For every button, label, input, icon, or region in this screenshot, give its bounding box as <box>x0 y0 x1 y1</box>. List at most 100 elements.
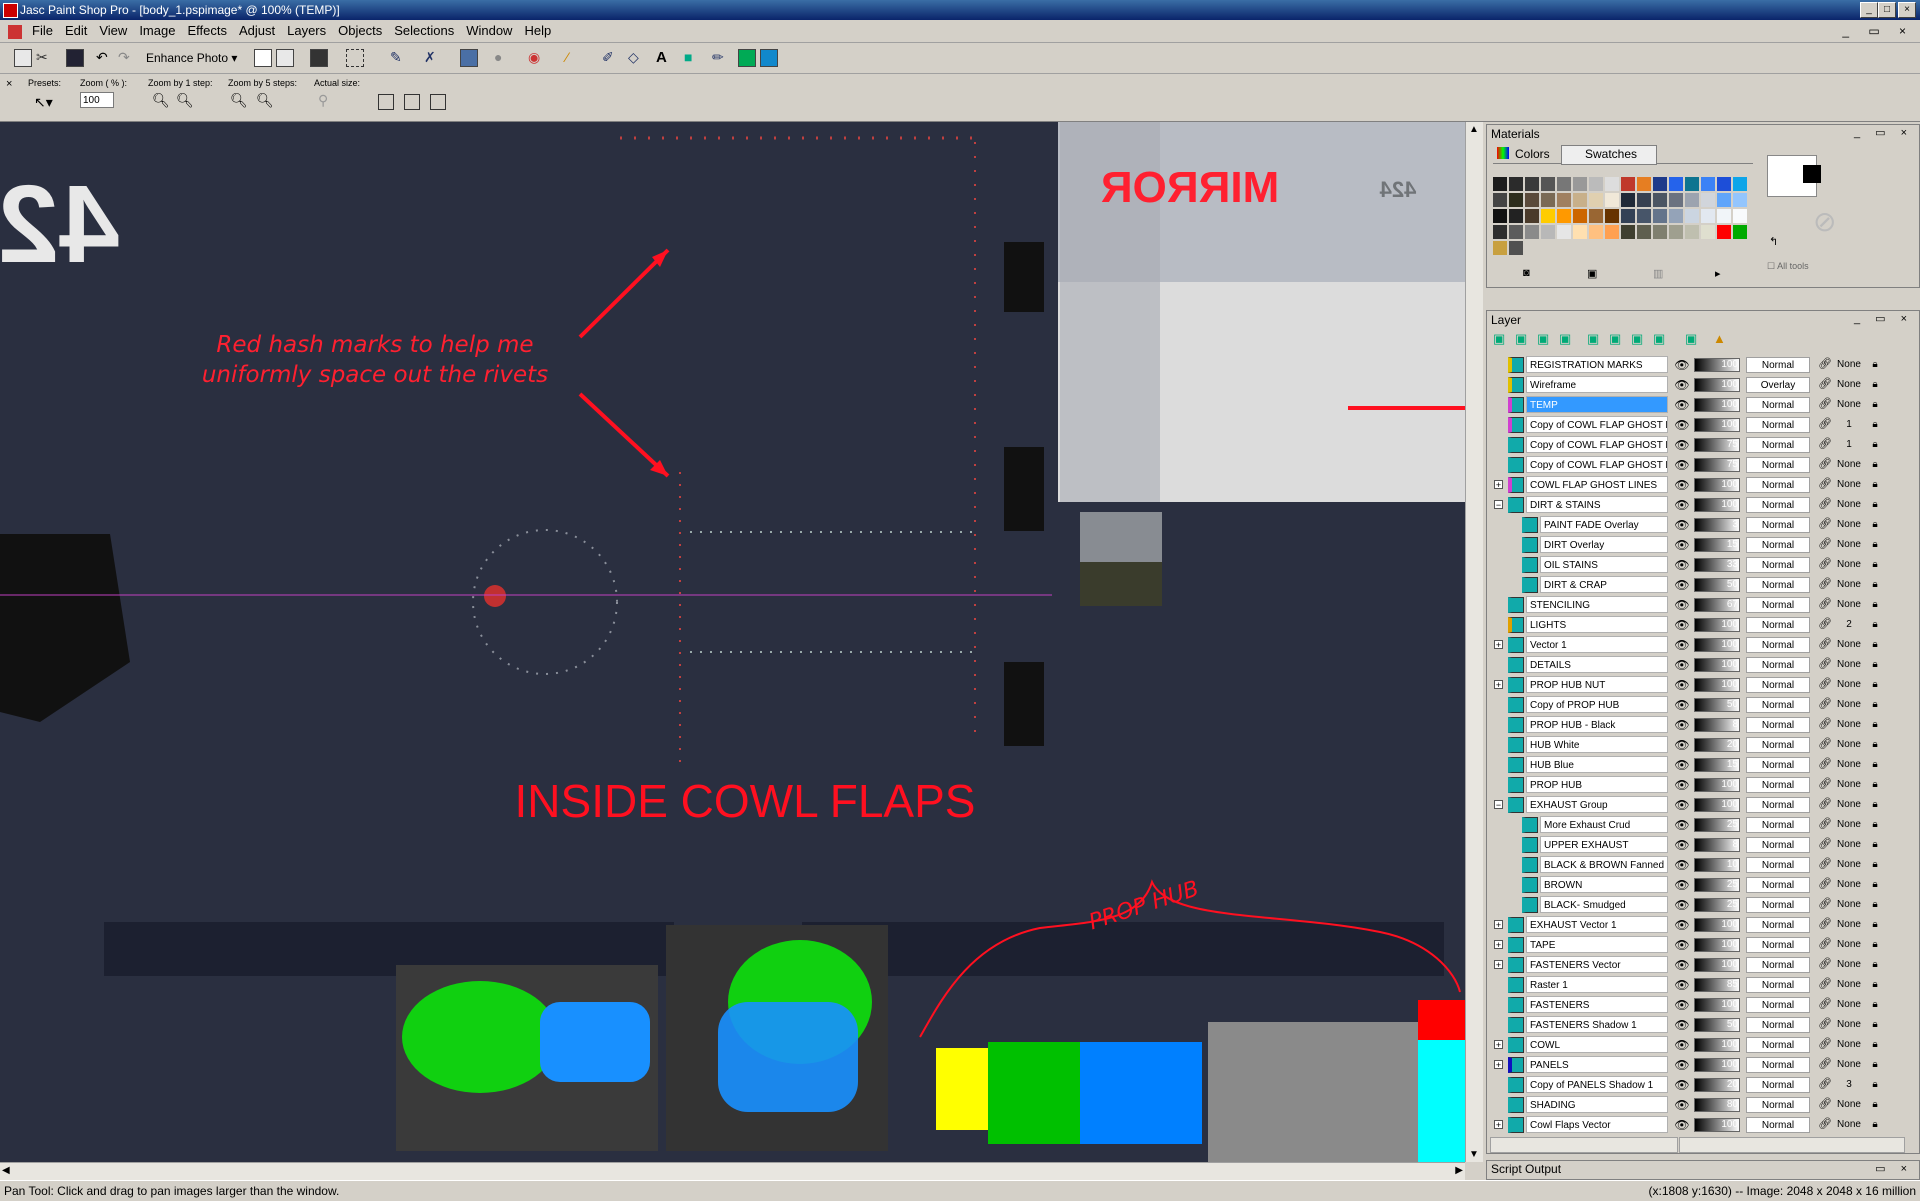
link-icon[interactable]: 🔗︎ <box>1818 897 1832 911</box>
layer-name[interactable]: DIRT & STAINS <box>1526 496 1668 513</box>
layer-name[interactable]: Copy of PROP HUB <box>1526 696 1668 713</box>
layer-group-link[interactable]: None <box>1836 737 1862 753</box>
layer-row[interactable]: FASTENERS Shadow 1 👁︎ 50 Normal 🔗︎ None 🔒︎ <box>1490 1015 1898 1035</box>
swatch[interactable] <box>1733 209 1747 223</box>
visibility-eye-icon[interactable]: 👁︎ <box>1674 1098 1690 1112</box>
expand-toggle[interactable]: + <box>1494 960 1503 970</box>
image-canvas[interactable]: 42 MIRROR 424 Red hash marks to help me … <box>0 122 1465 1162</box>
visibility-eye-icon[interactable]: 👁︎ <box>1674 538 1690 552</box>
swatch[interactable] <box>1589 177 1603 191</box>
layer-name[interactable]: PANELS <box>1526 1056 1668 1073</box>
link-icon[interactable]: 🔗︎ <box>1818 1117 1832 1131</box>
blend-mode-select[interactable]: Normal <box>1746 1017 1810 1033</box>
blend-mode-select[interactable]: Normal <box>1746 597 1810 613</box>
link-icon[interactable]: 🔗︎ <box>1818 697 1832 711</box>
link-icon[interactable]: 🔗︎ <box>1818 417 1832 431</box>
swatch[interactable] <box>1685 177 1699 191</box>
materials-window-buttons[interactable]: _ ▭ × <box>1854 126 1913 139</box>
merge-layer-icon[interactable]: ▣ <box>1631 331 1643 347</box>
minimize-button[interactable]: _ <box>1860 2 1878 18</box>
visibility-eye-icon[interactable]: 👁︎ <box>1674 798 1690 812</box>
menu-image[interactable]: Image <box>133 20 181 42</box>
layer-name-scrollbar[interactable] <box>1490 1137 1678 1153</box>
swatch[interactable] <box>1541 193 1555 207</box>
blend-mode-select[interactable]: Normal <box>1746 717 1810 733</box>
menu-window[interactable]: Window <box>460 20 518 42</box>
visibility-eye-icon[interactable]: 👁︎ <box>1674 918 1690 932</box>
layer-row[interactable]: Raster 1 👁︎ 85 Normal 🔗︎ None 🔒︎ <box>1490 975 1898 995</box>
undo-icon[interactable]: ↶ <box>96 49 114 67</box>
layer-row[interactable]: − DIRT & STAINS 👁︎ 100 Normal 🔗︎ None 🔒︎ <box>1490 495 1898 515</box>
swatch[interactable] <box>1685 193 1699 207</box>
lock-icon[interactable]: 🔒︎ <box>1868 597 1882 613</box>
layer-row[interactable]: DIRT & CRAP 👁︎ 50 Normal 🔗︎ None 🔒︎ <box>1490 575 1898 595</box>
layer-name[interactable]: TAPE <box>1526 936 1668 953</box>
blend-mode-select[interactable]: Normal <box>1746 417 1810 433</box>
blend-mode-select[interactable]: Normal <box>1746 697 1810 713</box>
layer-group-link[interactable]: None <box>1836 937 1862 953</box>
link-icon[interactable]: 🔗︎ <box>1818 557 1832 571</box>
visibility-eye-icon[interactable]: 👁︎ <box>1674 1038 1690 1052</box>
layer-group-link[interactable]: None <box>1836 637 1862 653</box>
swatch[interactable] <box>1637 193 1651 207</box>
visibility-eye-icon[interactable]: 👁︎ <box>1674 1058 1690 1072</box>
blend-mode-select[interactable]: Normal <box>1746 437 1810 453</box>
layer-name[interactable]: Raster 1 <box>1526 976 1668 993</box>
swatch[interactable] <box>1493 241 1507 255</box>
lock-icon[interactable]: 🔒︎ <box>1868 1057 1882 1073</box>
layer-row[interactable]: + PROP HUB NUT 👁︎ 100 Normal 🔗︎ None 🔒︎ <box>1490 675 1898 695</box>
document-icon[interactable] <box>8 24 22 39</box>
fit-window-icon[interactable] <box>378 94 394 110</box>
lock-icon[interactable]: 🔒︎ <box>1868 1117 1882 1133</box>
blend-mode-select[interactable]: Normal <box>1746 477 1810 493</box>
layer-group-link[interactable]: None <box>1836 1057 1862 1073</box>
swatch[interactable] <box>1589 193 1603 207</box>
link-icon[interactable]: 🔗︎ <box>1818 877 1832 891</box>
swatch[interactable] <box>1669 193 1683 207</box>
pen-tool-icon[interactable]: ✎ <box>390 49 408 67</box>
visibility-eye-icon[interactable]: 👁︎ <box>1674 838 1690 852</box>
expand-toggle[interactable]: + <box>1494 480 1503 490</box>
menu-edit[interactable]: Edit <box>59 20 93 42</box>
visibility-eye-icon[interactable]: 👁︎ <box>1674 378 1690 392</box>
presets-pointer-icon[interactable]: ↖▾ <box>34 94 53 111</box>
layer-name[interactable]: PROP HUB <box>1526 776 1668 793</box>
link-icon[interactable]: 🔗︎ <box>1818 857 1832 871</box>
lock-icon[interactable]: 🔒︎ <box>1868 1097 1882 1113</box>
blend-mode-select[interactable]: Normal <box>1746 457 1810 473</box>
new-adjustment-icon[interactable]: ▣ <box>1559 331 1571 347</box>
link-icon[interactable]: 🔗︎ <box>1818 1017 1832 1031</box>
visibility-eye-icon[interactable]: 👁︎ <box>1674 818 1690 832</box>
blend-mode-select[interactable]: Normal <box>1746 817 1810 833</box>
visibility-eye-icon[interactable]: 👁︎ <box>1674 858 1690 872</box>
blend-mode-select[interactable]: Normal <box>1746 637 1810 653</box>
close-button[interactable]: × <box>1898 2 1916 18</box>
duplicate-layer-icon[interactable]: ▣ <box>1587 331 1599 347</box>
visibility-eye-icon[interactable]: 👁︎ <box>1674 1018 1690 1032</box>
lock-icon[interactable]: 🔒︎ <box>1868 557 1882 573</box>
layer-row[interactable]: Copy of PROP HUB 👁︎ 50 Normal 🔗︎ None 🔒︎ <box>1490 695 1898 715</box>
layer-group-link[interactable]: None <box>1836 797 1862 813</box>
lock-icon[interactable]: 🔒︎ <box>1868 837 1882 853</box>
blend-mode-select[interactable]: Normal <box>1746 557 1810 573</box>
visibility-eye-icon[interactable]: 👁︎ <box>1674 418 1690 432</box>
swatch[interactable] <box>1669 209 1683 223</box>
layer-name[interactable]: Copy of COWL FLAP GHOST LINES <box>1526 456 1668 473</box>
layer-row[interactable]: OIL STAINS 👁︎ 33 Normal 🔗︎ None 🔒︎ <box>1490 555 1898 575</box>
layer-row[interactable]: REGISTRATION MARKS 👁︎ 100 Normal 🔗︎ None 🔒︎ <box>1490 355 1898 375</box>
layer-group-link[interactable]: None <box>1836 1117 1862 1133</box>
layer-group-link[interactable]: None <box>1836 1017 1862 1033</box>
layer-props-scrollbar[interactable] <box>1679 1137 1905 1153</box>
close-palette-icon[interactable]: × <box>6 78 12 90</box>
blend-mode-select[interactable]: Normal <box>1746 897 1810 913</box>
blend-mode-select[interactable]: Normal <box>1746 1057 1810 1073</box>
blend-mode-select[interactable]: Normal <box>1746 857 1810 873</box>
link-icon[interactable]: 🔗︎ <box>1818 937 1832 951</box>
swatch[interactable] <box>1541 177 1555 191</box>
fit-image-icon[interactable] <box>404 94 420 110</box>
swatch[interactable] <box>1573 225 1587 239</box>
layer-name[interactable]: TEMP <box>1526 396 1668 413</box>
expand-toggle[interactable]: + <box>1494 680 1503 690</box>
layer-name[interactable]: PROP HUB NUT <box>1526 676 1668 693</box>
link-icon[interactable]: 🔗︎ <box>1818 797 1832 811</box>
